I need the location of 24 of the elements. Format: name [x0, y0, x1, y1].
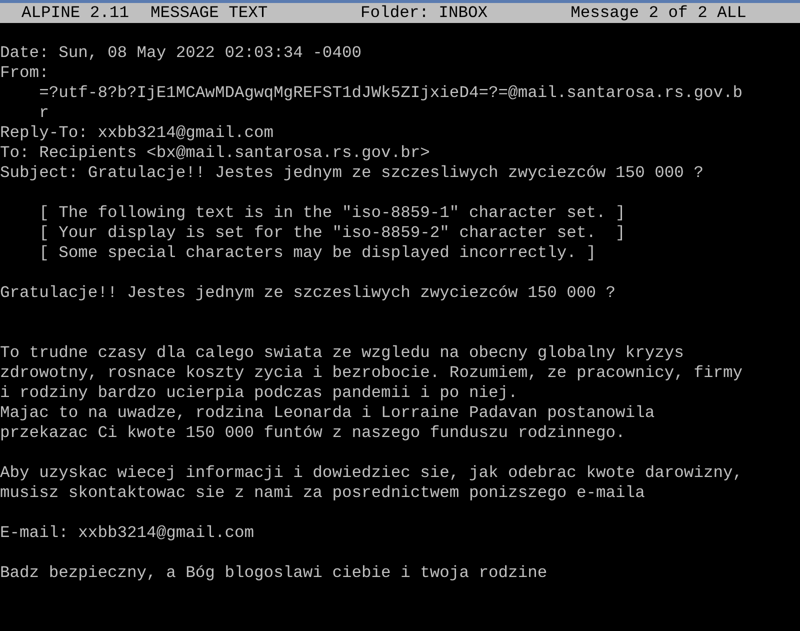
title-bar-text: Folder: INBOX — [360, 3, 488, 23]
text-line: musisz skontaktowac sie z nami za posrednictwem ponizszego e-maila — [0, 483, 645, 503]
text-line: i rodziny bardzo ucierpia podczas pandemii i po niej. — [0, 383, 518, 403]
text-line: Date: Sun, 08 May 2022 02:03:34 -0400 — [0, 43, 362, 63]
text-line: Aby uzyskac wiecej informacji i dowiedziec sie, jak odebrac kwote darowizny, — [0, 463, 743, 483]
text-line: Badz bezpieczny, a Bóg blogoslawi ciebie i twoja rodzine — [0, 563, 548, 583]
text-line: Gratulacje!! Jestes jednym ze szczesliwych zwyciezców 150 000 ? — [0, 283, 616, 303]
title-bar-text: Message 2 of 2 ALL — [570, 3, 746, 23]
text-line: To trudne czasy dla calego swiata ze wzgledu na obecny globalny kryzys — [0, 343, 684, 363]
text-line: Subject: Gratulacje!! Jestes jednym ze szczesliwych zwyciezców 150 000 ? — [0, 163, 704, 183]
text-line: E-mail: xxbb3214@gmail.com — [0, 523, 254, 543]
text-line: [ Some special characters may be displayed incorrectly. ] — [39, 243, 596, 263]
text-line: r — [39, 103, 49, 123]
text-line: [ Your display is set for the "iso-8859-2" character set. ] — [39, 223, 626, 243]
title-bar-text: MESSAGE TEXT — [150, 3, 268, 23]
text-line: To: Recipients <bx@mail.santarosa.rs.gov.br> — [0, 143, 430, 163]
text-line: zdrowotny, rosnace koszty zycia i bezrobocie. Rozumiem, ze pracownicy, firmy — [0, 363, 743, 383]
text-line: Reply-To: xxbb3214@gmail.com — [0, 123, 274, 143]
title-bar-text: ALPINE 2.11 — [21, 3, 129, 23]
text-line: =?utf-8?b?IjE1MCAwMDAgwqMgREFST1dJWk5ZIjxieD4=?=@mail.santarosa.rs.gov.b — [39, 83, 743, 103]
text-line: Majac to na uwadze, rodzina Leonarda i Lorraine Padavan postanowila — [0, 403, 655, 423]
text-line: From: — [0, 63, 49, 83]
text-line: [ The following text is in the "iso-8859-1" character set. ] — [39, 203, 626, 223]
text-line: przekazac Ci kwote 150 000 funtów z naszego funduszu rodzinnego. — [0, 423, 626, 443]
